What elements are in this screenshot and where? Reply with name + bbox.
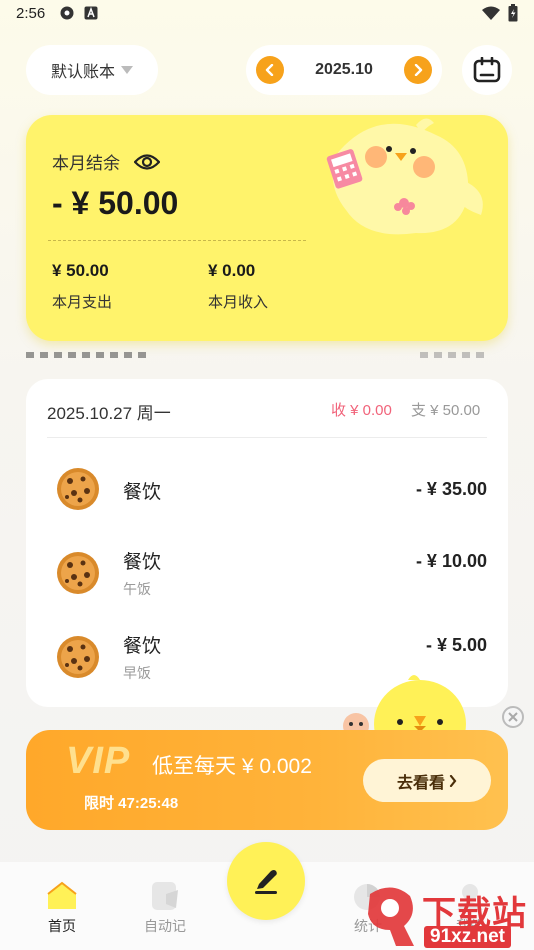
tx-amount: - ¥ 5.00 xyxy=(425,635,487,655)
balance-divider xyxy=(48,240,306,241)
ledger-selector[interactable]: 默认账本 xyxy=(26,45,158,95)
wifi-icon xyxy=(482,6,500,20)
balance-card: 本月结余 - ¥ 50.00 ¥ 50.00 本月支出 ¥ 0.00 本月收入 xyxy=(26,115,508,341)
auto-record-icon xyxy=(152,882,178,910)
status-bar: 2:56 xyxy=(0,0,534,28)
balance-label-row: 本月结余 xyxy=(52,149,160,174)
nav-home-label: 首页 xyxy=(48,918,76,934)
nav-auto-record-label: 自动记 xyxy=(144,918,186,934)
transaction-row[interactable]: 餐饮 - ¥ 35.00 xyxy=(26,453,508,523)
watermark-logo-icon xyxy=(368,887,414,946)
ledger-label: 默认账本 xyxy=(50,64,115,81)
home-icon xyxy=(47,881,77,909)
tx-note: 早饭 xyxy=(123,665,151,681)
chevron-right-icon xyxy=(449,774,457,787)
balance-label: 本月结余 xyxy=(52,154,120,173)
vip-price-text: 低至每天 ¥ 0.002 xyxy=(152,755,312,778)
vip-title: VIP xyxy=(66,740,131,782)
chevron-right-icon xyxy=(414,64,423,76)
vip-timer: 限时 47:25:48 xyxy=(84,795,179,812)
vip-go-label: 去看看 xyxy=(396,774,445,792)
vip-chick-illustration xyxy=(343,675,466,736)
tx-date: 2025.10.27 周一 xyxy=(47,404,171,423)
app-notification-icon xyxy=(60,6,74,20)
cookie-icon xyxy=(57,552,99,594)
transaction-day-card: 2025.10.27 周一 收 ¥ 0.00 支 ¥ 50.00 餐饮 - ¥ … xyxy=(26,379,508,707)
month-picker: 2025.10 xyxy=(246,45,442,95)
tx-note: 午饭 xyxy=(123,581,151,597)
battery-icon xyxy=(508,4,518,22)
close-icon xyxy=(508,712,518,722)
expense-amount: ¥ 50.00 xyxy=(52,261,109,280)
calendar-icon xyxy=(473,57,501,83)
add-record-button[interactable] xyxy=(227,842,305,920)
caret-down-icon xyxy=(121,66,133,74)
a-notification-icon xyxy=(84,6,98,20)
tx-category: 餐饮 xyxy=(123,482,162,503)
tx-amount: - ¥ 10.00 xyxy=(415,551,487,571)
chick-calculator-illustration xyxy=(326,118,483,235)
vip-go-button[interactable]: 去看看 xyxy=(363,759,491,802)
watermark-url: 91xz.net xyxy=(424,926,511,948)
expense-label: 本月支出 xyxy=(52,294,113,311)
vip-close-button[interactable] xyxy=(502,706,524,728)
balance-amount: - ¥ 50.00 xyxy=(52,185,179,221)
status-right xyxy=(482,4,518,22)
tx-category: 餐饮 xyxy=(123,636,162,657)
transaction-row[interactable]: 餐饮 午饭 - ¥ 10.00 xyxy=(26,537,508,607)
hidden-row-peek xyxy=(26,348,508,362)
nav-home[interactable]: 首页 xyxy=(22,880,102,936)
income-label: 本月收入 xyxy=(208,294,269,311)
tx-day-income: 收 ¥ 0.00 xyxy=(331,402,392,419)
vip-banner[interactable]: VIP 低至每天 ¥ 0.002 限时 47:25:48 去看看 xyxy=(26,730,508,830)
cookie-icon xyxy=(57,636,99,678)
calendar-button[interactable] xyxy=(462,45,512,95)
tx-amount: - ¥ 35.00 xyxy=(415,479,487,499)
tx-divider xyxy=(47,437,487,438)
tx-day-expense: 支 ¥ 50.00 xyxy=(411,402,481,419)
prev-month-button[interactable] xyxy=(256,56,284,84)
nav-auto-record[interactable]: 自动记 xyxy=(125,880,205,936)
cookie-icon xyxy=(57,468,99,510)
next-month-button[interactable] xyxy=(404,56,432,84)
eye-icon[interactable] xyxy=(134,153,160,171)
tx-category: 餐饮 xyxy=(123,552,162,573)
pen-icon xyxy=(255,870,277,894)
current-month[interactable]: 2025.10 xyxy=(315,61,373,79)
status-time: 2:56 xyxy=(16,5,46,22)
chevron-left-icon xyxy=(265,64,274,76)
income-amount: ¥ 0.00 xyxy=(208,261,256,280)
site-watermark: 下载站 91xz.net xyxy=(360,884,534,950)
